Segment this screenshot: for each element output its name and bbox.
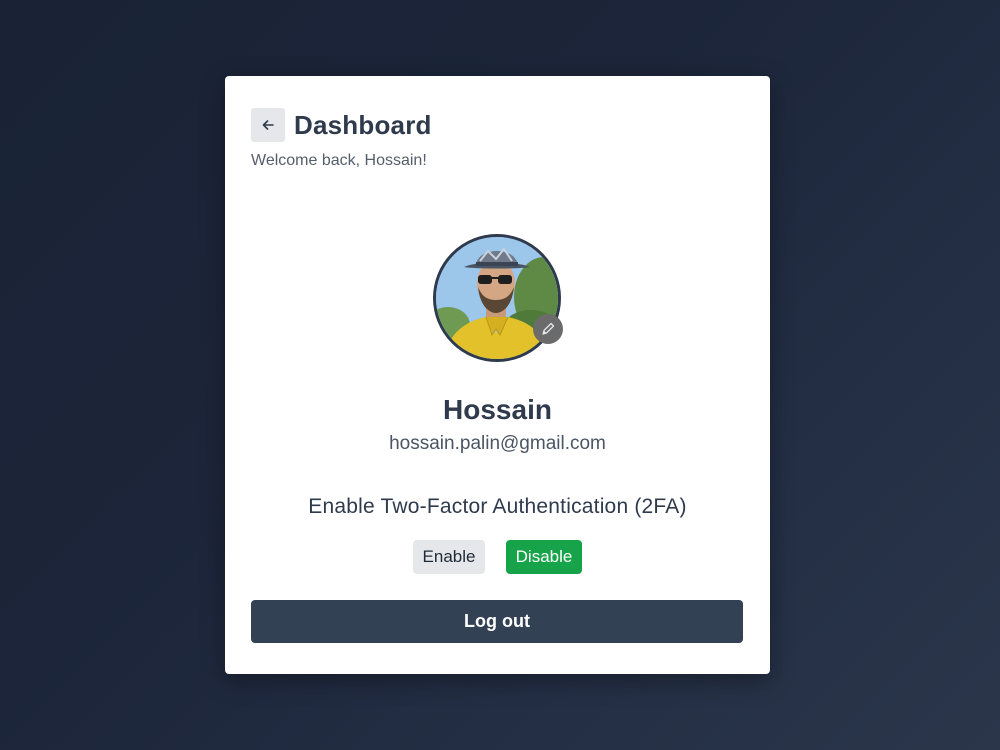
user-name: Hossain: [443, 394, 552, 425]
logout-button[interactable]: Log out: [251, 600, 743, 643]
card-header: Dashboard: [251, 108, 432, 142]
avatar-container: [433, 234, 563, 362]
back-button[interactable]: [251, 108, 285, 142]
enable-2fa-button[interactable]: Enable: [413, 540, 485, 574]
page-title: Dashboard: [294, 109, 432, 140]
two-factor-buttons: Enable Disable: [225, 540, 770, 574]
user-email: hossain.palin@gmail.com: [389, 433, 606, 454]
arrow-left-icon: [262, 120, 274, 130]
disable-2fa-button[interactable]: Disable: [506, 540, 582, 574]
edit-avatar-button[interactable]: [533, 314, 563, 344]
two-factor-label: Enable Two-Factor Authentication (2FA): [308, 495, 687, 518]
welcome-message: Welcome back, Hossain!: [251, 152, 427, 169]
dashboard-card: Dashboard Welcome back, Hossain! Hossain…: [225, 76, 770, 674]
pencil-icon: [542, 322, 555, 335]
